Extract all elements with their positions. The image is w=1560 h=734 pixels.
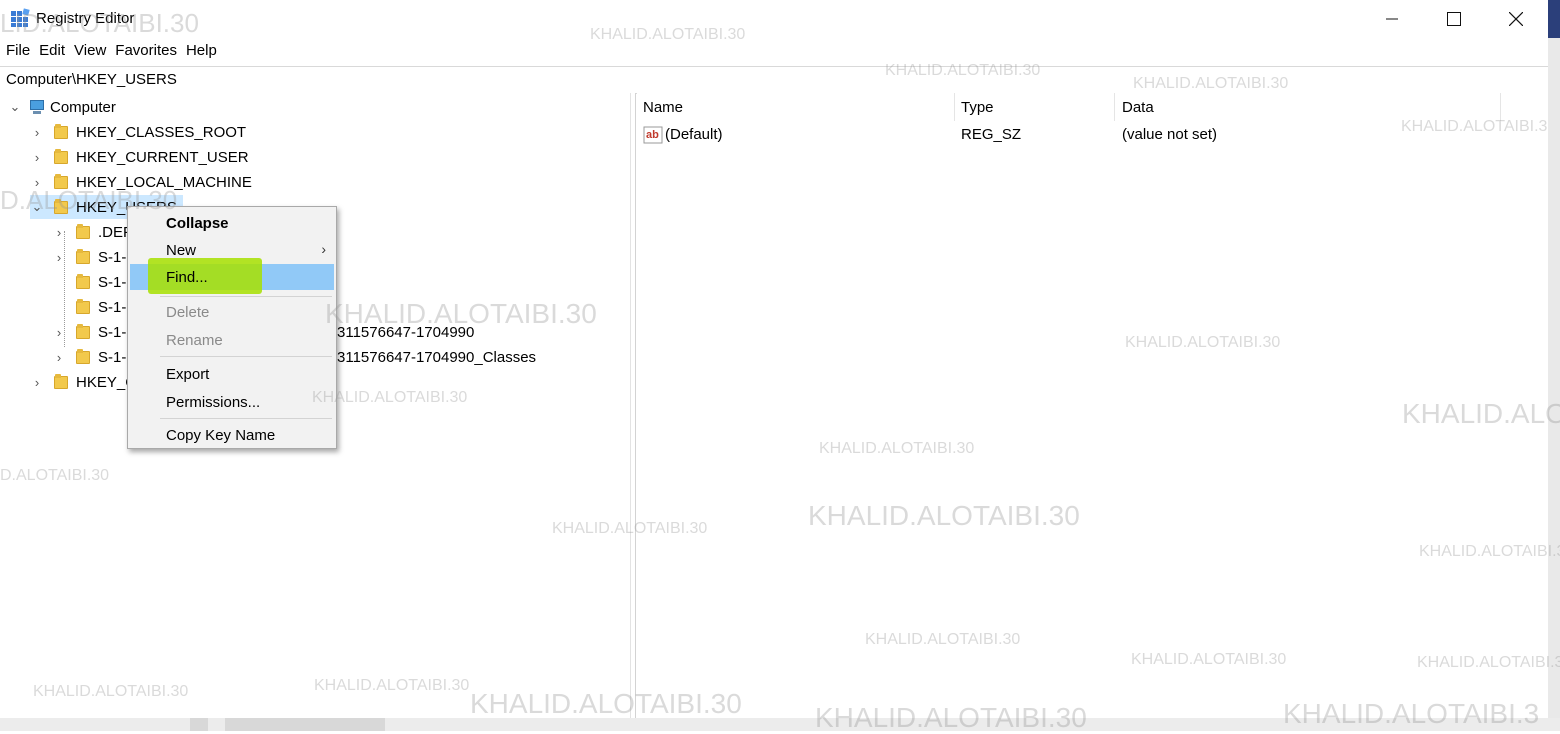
tree-item-label: S-1- xyxy=(98,248,127,266)
column-separator[interactable] xyxy=(1500,93,1501,121)
menu-item-find-label: Find... xyxy=(166,269,208,286)
tree-item-label: S-1- xyxy=(98,323,127,341)
chevron-right-icon[interactable]: › xyxy=(30,175,44,190)
chevron-down-icon[interactable]: ⌄ xyxy=(30,199,44,214)
context-menu: Collapse New › Delete Rename Export Perm… xyxy=(127,206,337,449)
menu-bar: File Edit View Favorites Help xyxy=(0,40,220,62)
folder-icon xyxy=(54,199,68,215)
folder-icon xyxy=(76,299,90,315)
menu-item-permissions[interactable]: Permissions... xyxy=(130,389,334,415)
registry-editor-window: Registry Editor File Edit View Favorites… xyxy=(0,0,1549,719)
computer-icon xyxy=(28,99,46,115)
column-header-name[interactable]: Name xyxy=(643,99,683,116)
tree-item-default[interactable]: › .DEF xyxy=(52,220,132,244)
chevron-right-icon[interactable]: › xyxy=(30,375,44,390)
close-button[interactable] xyxy=(1486,0,1546,38)
tree-item-label: S-1- xyxy=(98,273,127,291)
chevron-right-icon[interactable]: › xyxy=(52,350,66,365)
menu-item-collapse[interactable]: Collapse xyxy=(130,210,334,236)
tree-item-hkey-local-machine[interactable]: › HKEY_LOCAL_MACHINE xyxy=(30,170,252,194)
tree-item-sid-3[interactable]: S-1- xyxy=(52,295,126,319)
tree-item-label: HKEY_LOCAL_MACHINE xyxy=(76,173,252,191)
tree-item-label: HKEY_CURRENT_USER xyxy=(76,148,249,166)
tree-item-label: S-1- xyxy=(98,298,127,316)
menu-item-label: Copy Key Name xyxy=(166,427,276,444)
value-type: REG_SZ xyxy=(961,126,1022,143)
tree-item-hkey-current-user[interactable]: › HKEY_CURRENT_USER xyxy=(30,145,249,169)
column-header-data[interactable]: Data xyxy=(1122,99,1154,116)
address-bar[interactable]: Computer\HKEY_USERS xyxy=(0,66,1548,94)
menu-item-export[interactable]: Export xyxy=(130,361,334,387)
folder-icon xyxy=(76,224,90,240)
string-value-icon: ab xyxy=(643,126,663,144)
chevron-right-icon: › xyxy=(321,241,326,257)
close-icon xyxy=(1509,12,1523,26)
address-path[interactable]: Computer\HKEY_USERS xyxy=(6,71,177,88)
maximize-icon xyxy=(1447,12,1461,26)
chevron-right-icon[interactable]: › xyxy=(30,125,44,140)
tree-item-label: HKEY_CLASSES_ROOT xyxy=(76,123,247,141)
column-header-type[interactable]: Type xyxy=(961,99,994,116)
title-bar: Registry Editor xyxy=(0,0,1548,38)
taskbar-item xyxy=(190,718,208,731)
values-list-pane[interactable]: Name Type Data ab (Default) REG_SZ (valu… xyxy=(637,93,1548,718)
tree-item-label: Computer xyxy=(50,98,116,116)
folder-icon xyxy=(54,374,68,390)
menu-item-copy-key-name[interactable]: Copy Key Name xyxy=(130,422,334,448)
maximize-button[interactable] xyxy=(1424,0,1484,38)
folder-icon xyxy=(76,349,90,365)
menu-item-delete[interactable]: Delete xyxy=(130,299,334,325)
menu-file[interactable]: File xyxy=(0,40,33,62)
menu-item-label: Delete xyxy=(166,304,210,321)
menu-item-label: Export xyxy=(166,366,210,383)
tree-item-label: S-1- xyxy=(98,348,127,366)
column-separator[interactable] xyxy=(1114,93,1115,121)
tree-item-sid-4-suffix: 311576647-1704990 xyxy=(337,323,475,341)
tree-item-sid-1[interactable]: › S-1- xyxy=(52,245,127,269)
menu-separator xyxy=(160,356,332,357)
chevron-right-icon[interactable]: › xyxy=(30,150,44,165)
folder-icon xyxy=(76,249,90,265)
menu-item-label: Permissions... xyxy=(166,394,261,411)
menu-item-rename[interactable]: Rename xyxy=(130,327,334,353)
minimize-button[interactable] xyxy=(1362,0,1422,38)
tree-item-hkey-classes-root[interactable]: › HKEY_CLASSES_ROOT xyxy=(30,120,246,144)
folder-icon xyxy=(54,124,68,140)
column-separator[interactable] xyxy=(954,93,955,121)
screen-edge xyxy=(1548,0,1560,731)
tree-item-computer[interactable]: ⌄ Computer xyxy=(8,95,116,119)
taskbar-strip xyxy=(0,718,1560,731)
menu-separator xyxy=(160,418,332,419)
chevron-right-icon[interactable]: › xyxy=(52,225,66,240)
menu-help[interactable]: Help xyxy=(180,40,220,62)
chevron-down-icon[interactable]: ⌄ xyxy=(8,99,22,114)
menu-item-label: Collapse xyxy=(166,215,229,232)
menu-view[interactable]: View xyxy=(68,40,109,62)
menu-item-label: Rename xyxy=(166,332,223,349)
minimize-icon xyxy=(1386,18,1398,20)
value-data: (value not set) xyxy=(1122,126,1218,143)
taskbar-item xyxy=(225,718,385,731)
svg-text:ab: ab xyxy=(646,129,659,141)
menu-item-label: New xyxy=(166,242,197,259)
tree-item-sid-5[interactable]: › S-1- xyxy=(52,345,127,369)
value-name: (Default) xyxy=(665,126,723,143)
screen-edge-accent xyxy=(1548,0,1560,38)
menu-favorites[interactable]: Favorites xyxy=(109,40,180,62)
pane-splitter[interactable] xyxy=(630,93,636,718)
tree-item-sid-4[interactable]: › S-1- xyxy=(52,320,127,344)
menu-edit[interactable]: Edit xyxy=(33,40,68,62)
folder-icon xyxy=(54,149,68,165)
window-title: Registry Editor xyxy=(36,10,135,27)
folder-icon xyxy=(54,174,68,190)
tree-item-sid-5-suffix: 311576647-1704990_Classes xyxy=(337,348,537,366)
tree-item-hkey-current-config[interactable]: › HKEY_C xyxy=(30,370,136,394)
chevron-right-icon[interactable]: › xyxy=(52,250,66,265)
folder-icon xyxy=(76,274,90,290)
registry-editor-app-icon xyxy=(11,8,30,27)
tree-item-sid-2[interactable]: S-1- xyxy=(52,270,126,294)
menu-separator xyxy=(160,296,332,297)
folder-icon xyxy=(76,324,90,340)
chevron-right-icon[interactable]: › xyxy=(52,325,66,340)
